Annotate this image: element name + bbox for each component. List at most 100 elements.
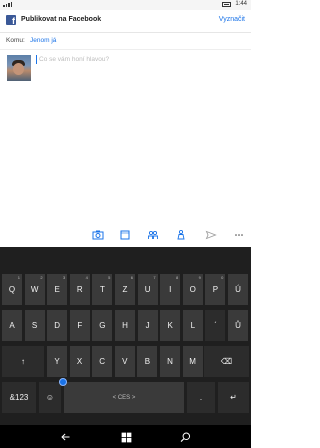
compose-toolbar	[0, 225, 251, 245]
key-hint: 7	[153, 275, 156, 280]
key-n[interactable]: N	[160, 346, 180, 377]
key-t-label: T	[99, 285, 105, 294]
key-i-label: I	[169, 285, 172, 294]
key-b[interactable]: B	[137, 346, 158, 377]
windows-start-icon[interactable]	[118, 429, 134, 445]
key-0-row2[interactable]: A	[2, 310, 22, 341]
key-8-row2[interactable]: L	[182, 310, 203, 341]
key-hint: 4	[85, 275, 88, 280]
key-hint: 1	[17, 275, 20, 280]
key-w[interactable]: W2	[24, 274, 45, 305]
key-y-label: Y	[54, 357, 60, 366]
key-hint: 9	[198, 275, 201, 280]
key-hint: 3	[62, 275, 66, 280]
key-e-label: E	[54, 285, 60, 294]
facebook-icon: f	[6, 15, 16, 25]
more-icon[interactable]	[232, 228, 246, 242]
key-r[interactable]: R4	[69, 274, 90, 305]
key-e[interactable]: E3	[47, 274, 68, 305]
search-icon[interactable]	[177, 429, 193, 445]
publish-button[interactable]: Vyznačit	[219, 16, 245, 23]
key-9-row2-label: ˊ	[214, 321, 217, 330]
space-key[interactable]: < CES >	[64, 382, 184, 413]
key-r-label: R	[76, 285, 83, 294]
key-u[interactable]: U7	[137, 274, 158, 305]
key-hint: 8	[175, 275, 179, 280]
location-icon[interactable]	[174, 228, 188, 242]
people-icon[interactable]	[146, 228, 160, 242]
key-ú-label: Ú	[235, 285, 241, 294]
text-cursor	[36, 55, 37, 64]
key-n-label: N	[167, 357, 173, 366]
shift-key[interactable]: ↑	[2, 346, 44, 377]
key-9-row2[interactable]: ˊ	[205, 310, 226, 341]
enter-key-label: ↵	[230, 393, 237, 402]
key-o-label: O	[189, 285, 196, 294]
key-x-label: X	[76, 357, 83, 366]
frame-icon[interactable]	[118, 228, 132, 242]
period-key[interactable]: .	[187, 382, 215, 413]
key-hint: 5	[108, 275, 111, 280]
key-z[interactable]: Z6	[115, 274, 135, 305]
audience-row: Komu: Jenom já	[0, 33, 251, 50]
shift-key-label: ↑	[21, 357, 25, 366]
key-c[interactable]: C	[92, 346, 113, 377]
key-p[interactable]: P0	[205, 274, 226, 305]
navigation-bar	[0, 425, 251, 448]
backspace-key[interactable]: ⌫	[204, 346, 249, 377]
cursor-control-icon[interactable]	[59, 378, 67, 386]
audience-label: Komu:	[6, 37, 25, 44]
key-o[interactable]: O9	[182, 274, 203, 305]
key-hint: 2	[40, 275, 43, 280]
camera-icon[interactable]	[91, 228, 105, 242]
send-icon[interactable]	[204, 228, 218, 242]
key-7-row2[interactable]: K	[160, 310, 181, 341]
key-4-row2-label: G	[99, 321, 106, 330]
key-8-row2-label: L	[190, 321, 196, 330]
status-input[interactable]: Co se vám honí hlavou?	[39, 56, 109, 63]
emoji-key[interactable]: ☺	[39, 382, 61, 413]
status-time: 1:44	[235, 1, 247, 7]
key-10-row2-label: Ů	[235, 321, 241, 330]
avatar	[7, 55, 31, 81]
backspace-key-label: ⌫	[220, 357, 233, 366]
key-c-label: C	[99, 357, 106, 366]
period-key-label: .	[199, 393, 203, 402]
key-i[interactable]: I8	[160, 274, 181, 305]
key-7-row2-label: K	[167, 321, 173, 330]
key-2-row2[interactable]: D	[47, 310, 68, 341]
key-w-label: W	[30, 285, 39, 294]
page-title: Publikovat na Facebook	[21, 16, 102, 23]
audience-selector[interactable]: Jenom já	[30, 37, 56, 44]
key-6-row2[interactable]: J	[137, 310, 158, 341]
key-b-label: B	[144, 357, 151, 366]
key-t[interactable]: T5	[92, 274, 113, 305]
enter-key[interactable]: ↵	[218, 382, 249, 413]
key-1-row2[interactable]: S	[24, 310, 45, 341]
key-1-row2-label: S	[31, 321, 38, 330]
key-4-row2[interactable]: G	[92, 310, 113, 341]
key-q-label: Q	[8, 285, 16, 294]
key-y[interactable]: Y	[47, 346, 67, 377]
app-header: f Publikovat na Facebook Vyznačit	[0, 10, 251, 33]
key-v-label: V	[122, 357, 128, 366]
key-v[interactable]: V	[114, 346, 135, 377]
key-5-row2-label: H	[122, 321, 128, 330]
key-ú[interactable]: Ú	[228, 274, 248, 305]
key-0-row2-label: A	[9, 321, 15, 330]
key-q[interactable]: Q1	[2, 274, 22, 305]
key-2-row2-label: D	[54, 321, 61, 330]
key-p-label: P	[212, 285, 219, 294]
key-x[interactable]: X	[69, 346, 90, 377]
key-3-row2[interactable]: F	[69, 310, 90, 341]
key-10-row2[interactable]: Ů	[228, 310, 248, 341]
symbols-key[interactable]: &123	[2, 382, 36, 413]
key-5-row2[interactable]: H	[115, 310, 135, 341]
status-bar: 1:44	[0, 0, 251, 10]
key-hint: 0	[221, 275, 224, 280]
space-key-label: < CES >	[112, 394, 136, 401]
key-m[interactable]: M	[182, 346, 203, 377]
back-icon[interactable]	[58, 429, 74, 445]
key-3-row2-label: F	[77, 321, 83, 330]
battery-icon	[222, 1, 232, 7]
